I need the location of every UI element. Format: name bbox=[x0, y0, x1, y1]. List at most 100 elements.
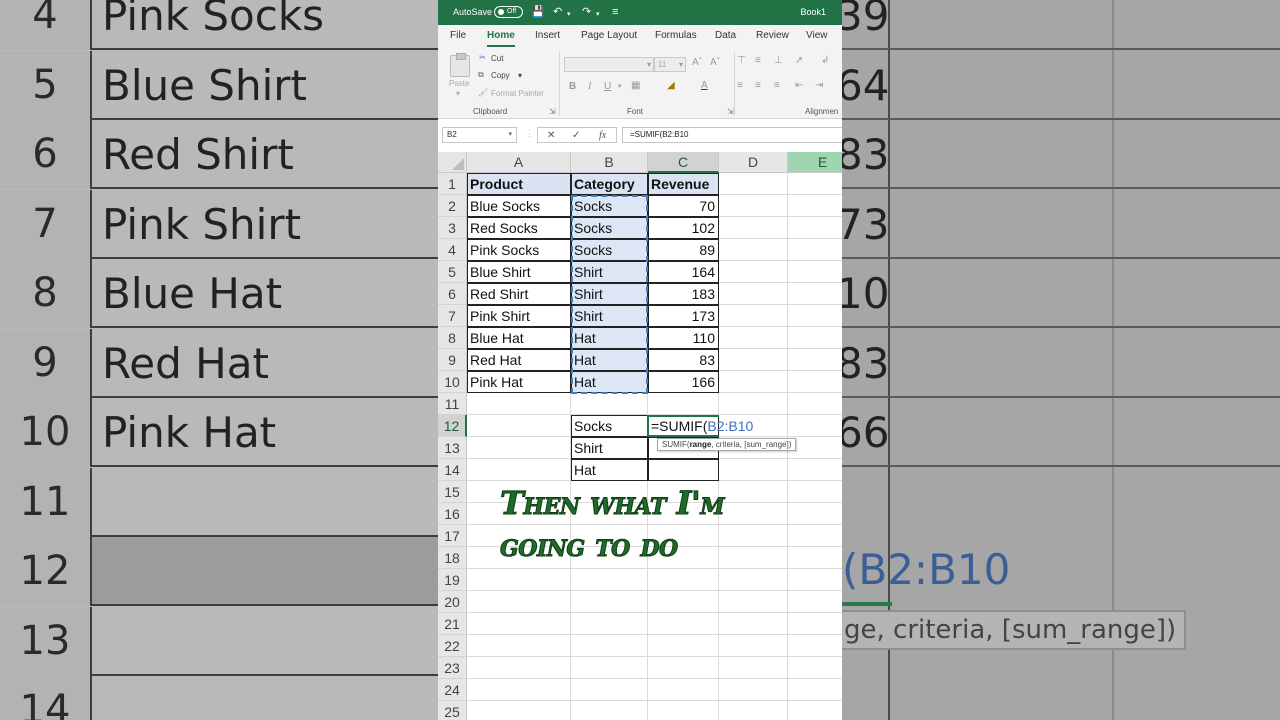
select-all-corner[interactable] bbox=[438, 152, 467, 173]
font-size-dropdown-icon[interactable]: ▾ bbox=[679, 60, 683, 69]
row-header-12[interactable]: 12 bbox=[438, 415, 467, 437]
formula-input[interactable]: =SUMIF(B2:B10 bbox=[622, 127, 842, 143]
row-header-14[interactable]: 14 bbox=[438, 459, 467, 481]
save-icon[interactable]: 💾 bbox=[531, 5, 545, 19]
table-header-cell[interactable]: Product bbox=[467, 173, 571, 195]
product-cell[interactable]: Pink Socks bbox=[467, 239, 571, 261]
tab-insert[interactable]: Insert bbox=[535, 30, 560, 41]
row-header-25[interactable]: 25 bbox=[438, 701, 467, 720]
cell[interactable] bbox=[719, 591, 788, 613]
cell[interactable] bbox=[788, 305, 842, 327]
cell[interactable] bbox=[719, 701, 788, 720]
cell[interactable] bbox=[788, 195, 842, 217]
borders-icon[interactable]: ▦ bbox=[631, 80, 640, 91]
cell[interactable] bbox=[571, 591, 648, 613]
cell[interactable] bbox=[571, 635, 648, 657]
cell[interactable] bbox=[719, 569, 788, 591]
cell[interactable] bbox=[719, 217, 788, 239]
cell[interactable] bbox=[788, 569, 842, 591]
summary-label-cell[interactable]: Socks bbox=[571, 415, 648, 437]
cell[interactable] bbox=[648, 613, 719, 635]
tab-data[interactable]: Data bbox=[715, 30, 736, 41]
cell[interactable] bbox=[648, 701, 719, 720]
revenue-cell[interactable]: 173 bbox=[648, 305, 719, 327]
cell[interactable] bbox=[788, 459, 842, 481]
tab-review[interactable]: Review bbox=[756, 30, 789, 41]
align-right-icon[interactable]: ≡ bbox=[774, 80, 780, 91]
revenue-cell[interactable]: 70 bbox=[648, 195, 719, 217]
enter-icon[interactable]: ✓ bbox=[572, 128, 580, 143]
cell[interactable] bbox=[788, 371, 842, 393]
cell[interactable] bbox=[788, 173, 842, 195]
revenue-cell[interactable]: 166 bbox=[648, 371, 719, 393]
cell[interactable] bbox=[467, 635, 571, 657]
cell[interactable] bbox=[571, 569, 648, 591]
category-cell[interactable]: Hat bbox=[571, 349, 648, 371]
row-header-6[interactable]: 6 bbox=[438, 283, 467, 305]
revenue-cell[interactable]: 89 bbox=[648, 239, 719, 261]
tab-home[interactable]: Home bbox=[487, 30, 515, 47]
cell[interactable] bbox=[788, 613, 842, 635]
row-header-15[interactable]: 15 bbox=[438, 481, 467, 503]
cell[interactable] bbox=[719, 349, 788, 371]
cell[interactable] bbox=[467, 569, 571, 591]
product-cell[interactable]: Red Hat bbox=[467, 349, 571, 371]
italic-icon[interactable]: I bbox=[588, 81, 591, 92]
function-tooltip[interactable]: SUMIF(range, criteria, [sum_range]) bbox=[657, 438, 797, 451]
paste-dropdown-icon[interactable]: ▾ bbox=[456, 89, 460, 98]
row-header-18[interactable]: 18 bbox=[438, 547, 467, 569]
cell[interactable] bbox=[788, 657, 842, 679]
product-cell[interactable]: Pink Shirt bbox=[467, 305, 571, 327]
row-header-16[interactable]: 16 bbox=[438, 503, 467, 525]
wrap-text-icon[interactable]: ↲ bbox=[821, 55, 829, 66]
font-name-dropdown-icon[interactable]: ▾ bbox=[647, 60, 651, 69]
underline-dropdown-icon[interactable]: ▾ bbox=[618, 82, 622, 90]
cell[interactable] bbox=[719, 283, 788, 305]
cell[interactable] bbox=[788, 591, 842, 613]
row-header-17[interactable]: 17 bbox=[438, 525, 467, 547]
cell[interactable] bbox=[788, 217, 842, 239]
paste-button[interactable]: Paste bbox=[449, 79, 469, 88]
increase-indent-icon[interactable]: ⇥ bbox=[815, 80, 823, 91]
bottom-align-icon[interactable]: ⊥ bbox=[774, 55, 783, 66]
cell[interactable] bbox=[788, 393, 842, 415]
product-cell[interactable]: Blue Socks bbox=[467, 195, 571, 217]
column-header-c[interactable]: C bbox=[648, 152, 719, 173]
cell[interactable] bbox=[467, 613, 571, 635]
cell[interactable] bbox=[467, 701, 571, 720]
cell[interactable] bbox=[719, 459, 788, 481]
row-header-22[interactable]: 22 bbox=[438, 635, 467, 657]
column-header-b[interactable]: B bbox=[571, 152, 648, 173]
cell[interactable] bbox=[648, 657, 719, 679]
cell[interactable] bbox=[571, 679, 648, 701]
tab-view[interactable]: View bbox=[806, 30, 828, 41]
cell[interactable] bbox=[467, 459, 571, 481]
cell[interactable] bbox=[788, 415, 842, 437]
name-box[interactable]: B2 ▾ bbox=[442, 127, 517, 143]
undo-icon[interactable]: ↶ bbox=[553, 5, 562, 19]
cell[interactable] bbox=[719, 195, 788, 217]
category-cell[interactable]: Shirt bbox=[571, 283, 648, 305]
tab-file[interactable]: File bbox=[450, 30, 466, 41]
column-header-e[interactable]: E bbox=[788, 152, 842, 173]
autosave-toggle[interactable]: Off bbox=[494, 6, 523, 18]
cell[interactable] bbox=[719, 305, 788, 327]
row-header-5[interactable]: 5 bbox=[438, 261, 467, 283]
name-box-dropdown-icon[interactable]: ▾ bbox=[508, 128, 512, 142]
row-header-19[interactable]: 19 bbox=[438, 569, 467, 591]
tab-formulas[interactable]: Formulas bbox=[655, 30, 697, 41]
cell[interactable] bbox=[648, 679, 719, 701]
revenue-cell[interactable]: 110 bbox=[648, 327, 719, 349]
copy-button[interactable]: Copy bbox=[491, 71, 510, 80]
revenue-cell[interactable]: 183 bbox=[648, 283, 719, 305]
cell[interactable] bbox=[719, 613, 788, 635]
cell[interactable] bbox=[788, 327, 842, 349]
column-header-d[interactable]: D bbox=[719, 152, 788, 173]
cell[interactable] bbox=[571, 613, 648, 635]
revenue-cell[interactable]: 83 bbox=[648, 349, 719, 371]
product-cell[interactable]: Blue Hat bbox=[467, 327, 571, 349]
cell[interactable] bbox=[719, 371, 788, 393]
category-cell[interactable]: Shirt bbox=[571, 305, 648, 327]
cell[interactable] bbox=[648, 393, 719, 415]
cell[interactable] bbox=[788, 679, 842, 701]
